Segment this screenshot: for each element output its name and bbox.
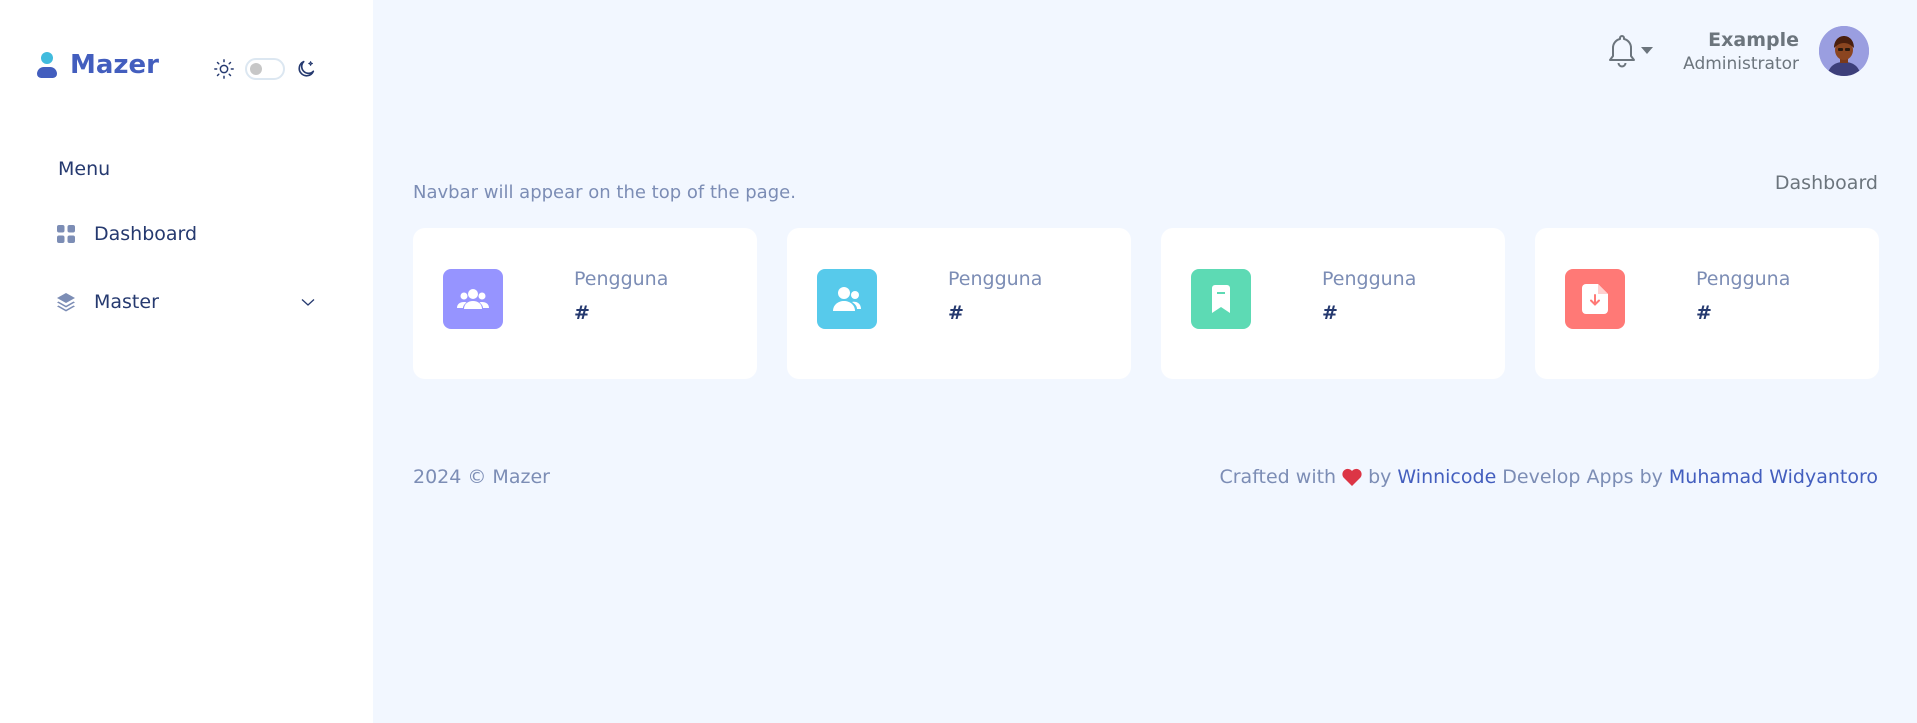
stat-cards: Pengguna # Pengguna # Pengguna # Penggun… xyxy=(413,228,1879,379)
stat-icon-box xyxy=(1191,269,1251,329)
footer-develop-text: Develop Apps by xyxy=(1502,466,1663,488)
footer-author-link[interactable]: Muhamad Widyantoro xyxy=(1669,466,1878,488)
sidebar-item-dashboard[interactable]: Dashboard xyxy=(56,214,316,254)
sun-icon xyxy=(214,59,234,79)
dark-mode-switch[interactable] xyxy=(245,58,285,80)
stat-card: Pengguna # xyxy=(413,228,757,379)
sidebar: Mazer Menu Dashboard Master xyxy=(0,0,373,723)
user-info[interactable]: Example Administrator xyxy=(1683,27,1799,75)
sidebar-item-label: Master xyxy=(94,291,159,313)
grid-icon xyxy=(57,225,75,243)
bookmark-icon xyxy=(1212,285,1230,313)
footer-credits: Crafted with by Winnicode Develop Apps b… xyxy=(1219,466,1878,488)
footer-copyright: 2024 © Mazer xyxy=(413,466,550,488)
stat-value: # xyxy=(1696,302,1712,324)
breadcrumb[interactable]: Dashboard xyxy=(1775,172,1878,194)
logo-person-icon xyxy=(36,52,58,78)
user-icon xyxy=(833,287,861,311)
moon-icon xyxy=(298,60,315,77)
switch-knob xyxy=(250,63,262,75)
stat-card: Pengguna # xyxy=(1535,228,1879,379)
logo-text: Mazer xyxy=(70,50,160,80)
footer-by-text: by xyxy=(1368,466,1392,488)
avatar-illustration xyxy=(1819,26,1869,76)
users-icon xyxy=(457,289,489,309)
user-role: Administrator xyxy=(1683,54,1799,74)
avatar[interactable] xyxy=(1819,26,1869,76)
footer-crafted-text: Crafted with xyxy=(1219,466,1337,488)
page-subtitle: Navbar will appear on the top of the pag… xyxy=(413,182,796,203)
chevron-down-icon[interactable] xyxy=(300,294,316,310)
user-name: Example xyxy=(1708,29,1799,51)
stat-value: # xyxy=(574,302,590,324)
logo[interactable]: Mazer xyxy=(36,50,159,80)
stat-icon-box xyxy=(1565,269,1625,329)
stat-value: # xyxy=(948,302,964,324)
stat-icon-box xyxy=(443,269,503,329)
stat-label: Pengguna xyxy=(574,268,669,290)
stat-label: Pengguna xyxy=(948,268,1043,290)
sidebar-item-master[interactable]: Master xyxy=(56,282,316,322)
stat-label: Pengguna xyxy=(1322,268,1417,290)
stat-card: Pengguna # xyxy=(1161,228,1505,379)
theme-toggle xyxy=(213,58,317,80)
stat-label: Pengguna xyxy=(1696,268,1791,290)
file-download-icon xyxy=(1582,284,1608,314)
footer-company-link[interactable]: Winnicode xyxy=(1397,466,1496,488)
notification-dropdown[interactable] xyxy=(1607,33,1654,69)
stat-icon-box xyxy=(817,269,877,329)
heart-icon xyxy=(1342,468,1362,486)
topbar-user-area: Example Administrator xyxy=(1607,26,1869,76)
layers-icon xyxy=(57,293,75,312)
caret-down-icon xyxy=(1641,47,1654,54)
sidebar-item-label: Dashboard xyxy=(94,223,198,245)
menu-title: Menu xyxy=(58,158,111,180)
bell-icon xyxy=(1609,35,1636,68)
stat-card: Pengguna # xyxy=(787,228,1131,379)
stat-value: # xyxy=(1322,302,1338,324)
